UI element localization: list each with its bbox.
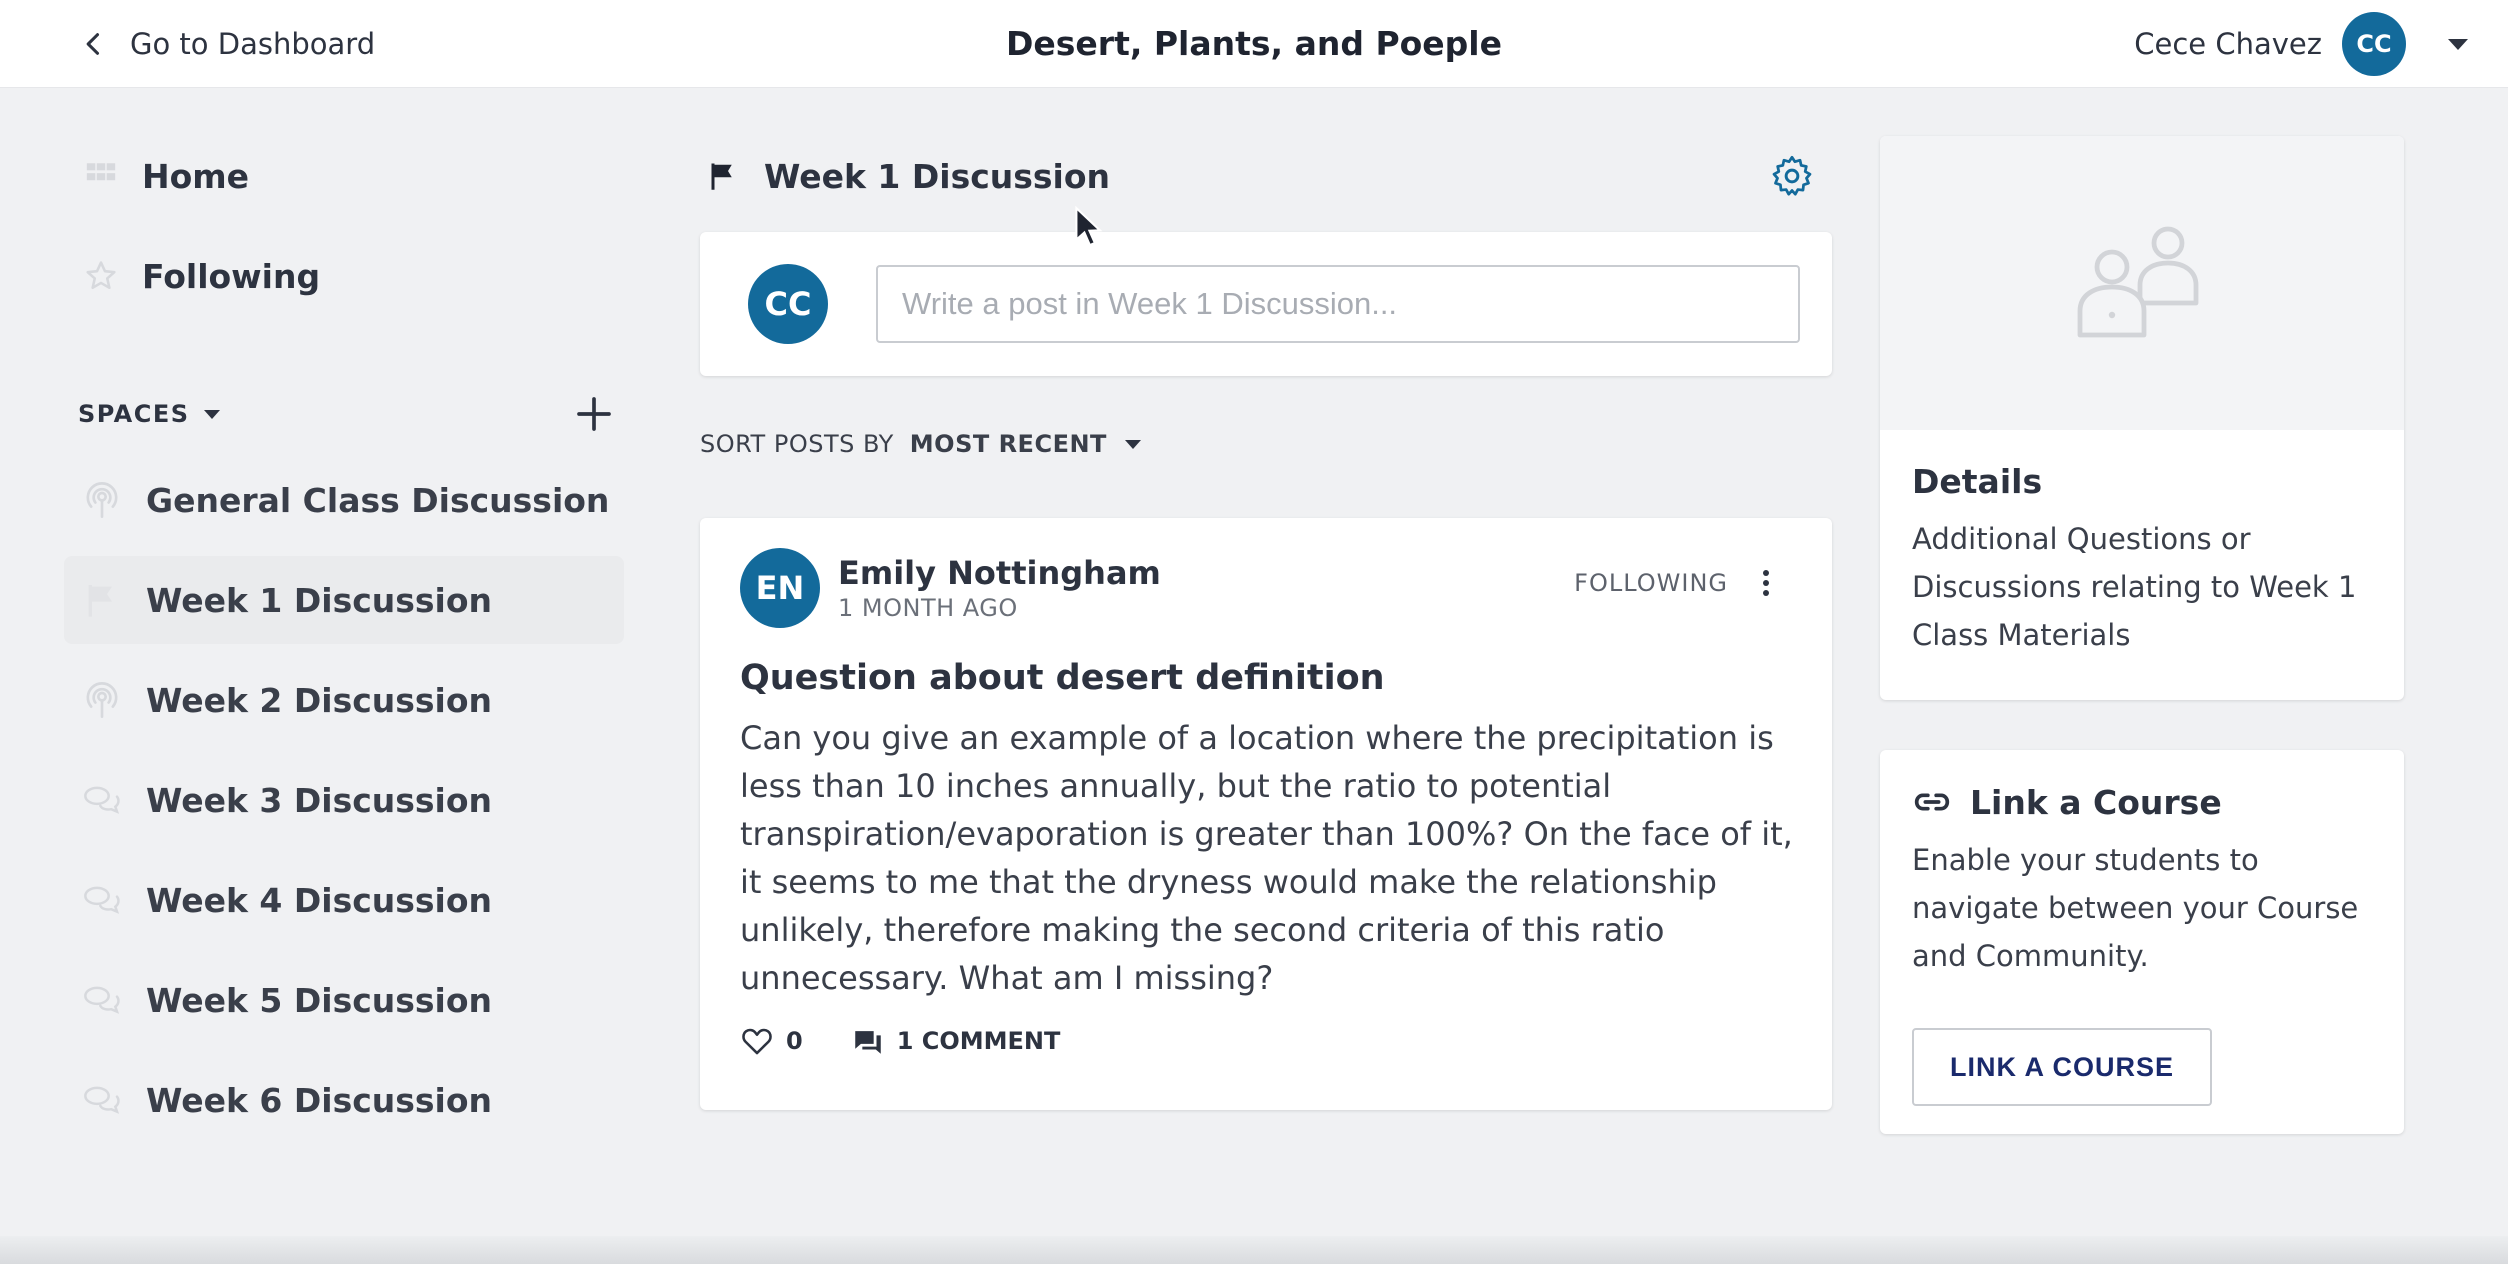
user-name: Cece Chavez [2134,27,2322,61]
comments-button[interactable]: 1 COMMENT [851,1024,1061,1058]
link-a-course-button[interactable]: LINK A COURSE [1912,1028,2212,1106]
heart-icon [742,1028,772,1055]
compose-avatar: CC [748,264,828,344]
chevron-down-icon [2448,38,2468,50]
sidebar-item-week-2-discussion[interactable]: Week 2 Discussion [64,656,624,744]
post-title[interactable]: Question about desert definition [740,658,1792,698]
sidebar-item-week-6-discussion[interactable]: Week 6 Discussion [64,1056,624,1144]
space-header: Week 1 Discussion [700,136,1832,216]
sidebar-item-week-4-discussion[interactable]: Week 4 Discussion [64,856,624,944]
author-name[interactable]: Emily Nottingham [838,554,1161,592]
space-label: Week 3 Discussion [146,780,493,820]
main-feed: Week 1 Discussion CC SORT POSTS BY MOST … [700,136,1832,1110]
link-course-title: Link a Course [1970,782,2222,822]
top-bar: Go to Dashboard Desert, Plants, and Poep… [0,0,2508,88]
more-options-icon[interactable] [1760,568,1772,598]
post-actions: FOLLOWING [1574,568,1772,598]
link-icon [1914,793,1950,811]
sidebar-item-week-3-discussion[interactable]: Week 3 Discussion [64,756,624,844]
space-title: Week 1 Discussion [764,156,1111,196]
space-label: Week 2 Discussion [146,680,493,720]
sort-dropdown[interactable]: MOST RECENT [910,430,1141,458]
details-card: Details Additional Questions or Discussi… [1880,136,2404,700]
right-panel: Details Additional Questions or Discussi… [1880,136,2404,1134]
link-course-text: Enable your students to navigate between… [1912,843,2359,973]
chat-bubbles-icon [84,786,120,814]
space-label: Week 5 Discussion [146,980,493,1020]
people-icon [2077,226,2199,338]
post-timestamp: 1 MONTH AGO [838,594,1018,622]
post-footer: 0 1 COMMENT [740,1024,1792,1058]
chat-bubbles-icon [84,986,120,1014]
space-label: Week 1 Discussion [146,580,493,620]
go-to-dashboard-label: Go to Dashboard [130,27,376,61]
go-to-dashboard-link[interactable]: Go to Dashboard [80,18,375,70]
sort-row: SORT POSTS BY MOST RECENT [700,424,1832,464]
bottom-edge-shadow [0,1236,2508,1264]
sidebar-item-general-class-discussion[interactable]: General Class Discussion [64,456,624,544]
sidebar-item-week-5-discussion[interactable]: Week 5 Discussion [64,956,624,1044]
sidebar-item-label: Following [142,256,321,296]
spaces-toggle[interactable]: SPACES [78,400,220,428]
course-title: Desert, Plants, and Poeple [1006,24,1502,63]
space-label: Week 6 Discussion [146,1080,493,1120]
details-title: Details [1912,462,2043,501]
sidebar-item-week-1-discussion[interactable]: Week 1 Discussion [64,556,624,644]
compose-card: CC [700,232,1832,376]
sidebar-item-label: Home [142,156,250,196]
star-icon [86,261,116,290]
chat-bubbles-icon [84,1086,120,1114]
comment-icon [854,1031,881,1054]
author-avatar[interactable]: EN [740,548,820,628]
following-button[interactable]: FOLLOWING [1574,569,1728,597]
post-body: Can you give an example of a location wh… [740,719,1793,997]
comment-count: 1 COMMENT [896,1027,1061,1055]
like-button[interactable]: 0 [740,1024,803,1058]
sidebar-item-following[interactable]: Following [64,236,624,316]
flag-icon [711,163,732,190]
user-avatar: CC [2342,12,2406,76]
grid-icon [86,163,116,181]
space-label: General Class Discussion [146,480,610,520]
like-count: 0 [786,1027,803,1055]
sidebar: Home Following SPACES General Class Disc… [64,136,624,1156]
chat-bubbles-icon [84,886,120,914]
sort-value: MOST RECENT [909,430,1107,458]
details-illustration [1880,136,2404,430]
user-menu[interactable]: Cece Chavez CC [2134,8,2468,80]
chevron-left-icon [86,33,100,55]
broadcast-icon [86,682,118,718]
gear-icon[interactable] [1770,154,1814,198]
spaces-label: SPACES [78,400,190,428]
caret-down-icon [203,409,220,419]
broadcast-icon [86,482,118,518]
details-text: Additional Questions or Discussions rela… [1912,522,2357,652]
add-space-icon[interactable] [574,394,614,434]
space-list: General Class Discussion Week 1 Discussi… [64,456,624,1144]
post-card: EN Emily Nottingham 1 MONTH AGO FOLLOWIN… [700,518,1832,1110]
compose-post-input[interactable] [876,265,1800,343]
link-course-card: Link a Course Enable your students to na… [1880,750,2404,1134]
sidebar-item-home[interactable]: Home [64,136,624,216]
spaces-header: SPACES [64,386,624,442]
flag-icon [88,585,112,617]
caret-down-icon [1124,439,1141,449]
space-label: Week 4 Discussion [146,880,493,920]
sort-label: SORT POSTS BY [700,430,894,458]
mouse-cursor-icon [1075,206,1103,247]
